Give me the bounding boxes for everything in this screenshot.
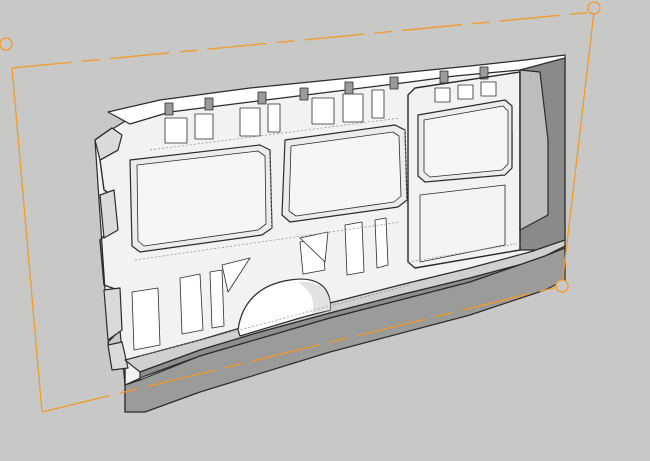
selection-edge-right[interactable] [561,11,595,287]
van-side-wall-panel[interactable] [94,54,566,413]
selection-edge-left[interactable] [11,67,43,413]
scale-grip-icon[interactable] [587,1,601,15]
window-middle-inner [288,131,402,217]
scale-grip-icon[interactable] [555,279,569,293]
selection-edge-top[interactable] [11,11,595,69]
scale-grip-icon[interactable] [0,37,13,51]
model-scene[interactable] [0,0,650,461]
3d-viewport[interactable] [0,0,650,461]
window-left-inner [136,150,267,247]
